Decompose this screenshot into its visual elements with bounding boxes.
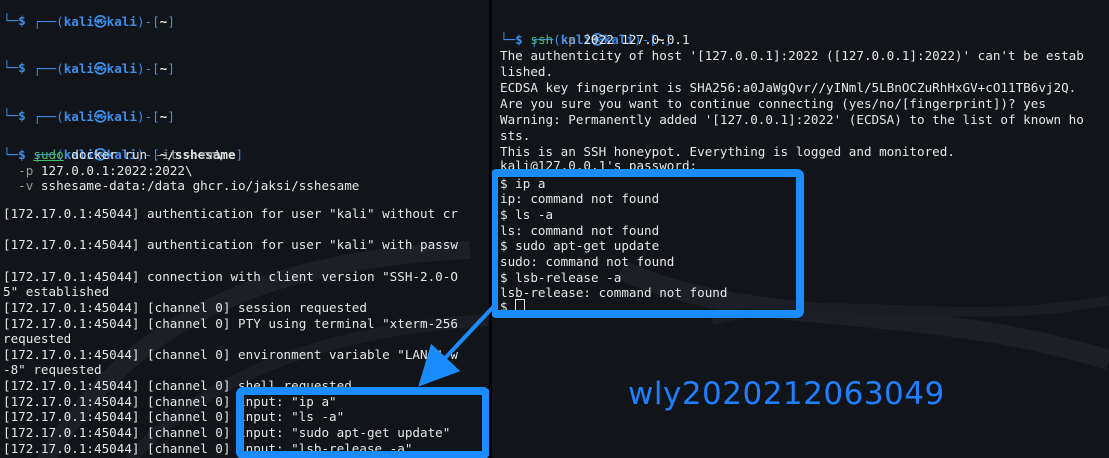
prompt-line-1: ┌──(kali㉿kali)-[~]: [33, 13, 175, 29]
log-line: [172.17.0.1:45044] connection with clien…: [3, 269, 458, 284]
ssh-command-line: └─$ ssh -p 2022 127.0.0.1: [500, 32, 690, 47]
output-line: Are you sure you want to continue connec…: [500, 96, 1046, 111]
output-line: sts.: [500, 128, 531, 143]
left-input-highlight-box: [236, 387, 489, 458]
log-line: [172.17.0.1:45044] authentication for us…: [3, 237, 458, 252]
watermark-text: wly2020212063049: [628, 376, 945, 412]
log-line: 5" established: [3, 284, 110, 299]
docker-volume-line: -v sshesame-data:/data ghcr.io/jaksi/ssh…: [18, 178, 360, 193]
left-terminal-pane[interactable]: ┌──(kali㉿kali)-[~] └─$ ┌──(kali㉿kali)-[~…: [0, 0, 489, 458]
right-output-highlight-box: [492, 169, 804, 318]
log-line: [172.17.0.1:45044] authentication for us…: [3, 206, 458, 221]
docker-port-line: -p 127.0.0.1:2022:2022\: [18, 163, 193, 178]
log-line: [172.17.0.1:45044] [channel 0] session r…: [3, 300, 367, 315]
output-line: ECDSA key fingerprint is SHA256:a0JaWgQv…: [500, 80, 1077, 95]
prompt-dollar-3: └─$: [3, 108, 26, 123]
prompt-line-2: ┌──(kali㉿kali)-[~]: [33, 60, 175, 76]
prompt-dollar-2: └─$: [3, 60, 26, 75]
log-line: [172.17.0.1:45044] [channel 0] PTY using…: [3, 316, 458, 331]
prompt-dollar-1: └─$: [3, 13, 26, 28]
output-line: lished.: [500, 64, 554, 79]
output-line: The authenticity of host '[127.0.0.1]:20…: [500, 48, 1084, 63]
log-line: -8" requested: [3, 362, 102, 377]
log-line: [172.17.0.1:45044] [channel 0] environme…: [3, 347, 458, 362]
docker-command-line: └─$ sudo docker run -it --rm\: [3, 147, 223, 162]
output-line: Warning: Permanently added '[127.0.0.1]:…: [500, 112, 1084, 127]
log-line: requested: [3, 331, 72, 346]
